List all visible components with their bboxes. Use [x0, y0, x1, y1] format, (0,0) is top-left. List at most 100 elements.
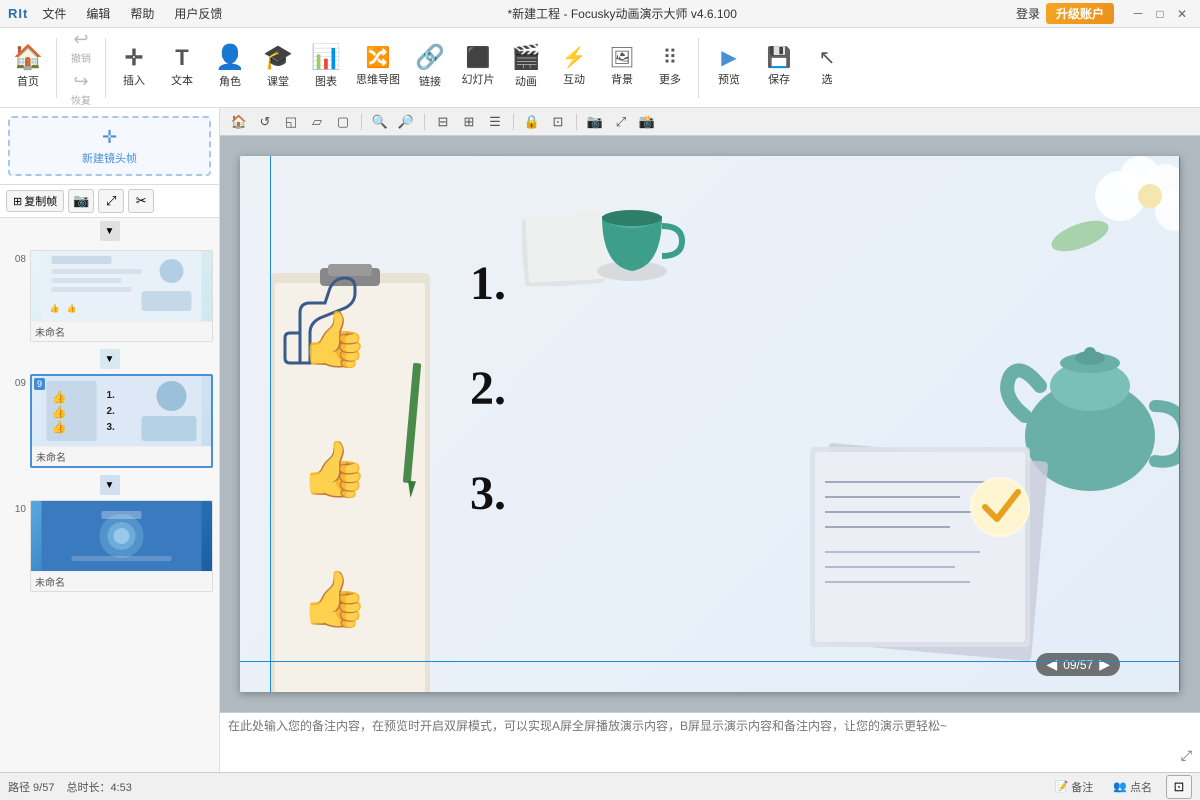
interact-label: 互动	[563, 71, 585, 87]
toolbar-select[interactable]: ↖ 选	[803, 44, 851, 91]
canvas-camera-button[interactable]: 📷	[584, 111, 606, 133]
canvas-screenshot-button[interactable]: 📸	[636, 111, 658, 133]
slide-title-10: 未命名	[31, 571, 212, 591]
cv-sep-1	[361, 114, 362, 130]
canvas-lock-button[interactable]: 🔒	[521, 111, 543, 133]
slide-thumb-wrap-08[interactable]: 👍 👍 未命名	[30, 250, 213, 342]
canvas-tool-3[interactable]: ☰	[484, 111, 506, 133]
collapse-row-top: ▼	[0, 218, 219, 244]
canvas-home-button[interactable]: 🏠	[228, 111, 250, 133]
canvas-frame2-button[interactable]: ▱	[306, 111, 328, 133]
notes-expand-button[interactable]: ⤢	[1181, 747, 1192, 764]
toolbar-insert[interactable]: ✛ 插入	[110, 43, 158, 92]
svg-text:👍: 👍	[50, 303, 60, 313]
toolbar-mindmap[interactable]: 🔀 思维导图	[350, 44, 406, 91]
canvas-expand-button[interactable]: ⊡	[547, 111, 569, 133]
copy-icon: ⊞	[13, 195, 22, 208]
close-button[interactable]: ✕	[1172, 4, 1192, 24]
expand-button[interactable]: ⤢	[98, 189, 124, 213]
zoom-out-button[interactable]: 🔎	[395, 111, 417, 133]
maximize-button[interactable]: □	[1150, 4, 1170, 24]
rollcall-button[interactable]: 👥 点名	[1107, 777, 1158, 797]
toolbar-anim[interactable]: 🎬 动画	[502, 42, 550, 93]
toolbar-home[interactable]: 🏠 首页	[4, 42, 52, 93]
save-label: 保存	[768, 71, 790, 87]
collapse-arrow-09[interactable]: ▼	[100, 475, 120, 495]
coffee-cup-area	[522, 156, 722, 286]
link-icon: 🔗	[415, 46, 445, 70]
list-item-2: 2.	[470, 361, 506, 416]
notes-button[interactable]: 📝 备注	[1049, 777, 1100, 797]
main-area: ✛ 新建镜头帧 ⊞ 复制帧 📷 ⤢ ✂ ▼	[0, 108, 1200, 772]
checklist-svg	[800, 442, 1080, 662]
upgrade-button[interactable]: 升级账户	[1046, 3, 1114, 24]
toolbar-more[interactable]: ⠿ 更多	[646, 44, 694, 91]
toolbar-undo[interactable]: ↩ 撤销	[61, 27, 101, 67]
text-icon: T	[175, 47, 188, 69]
menubar-file[interactable]: 文件	[36, 5, 72, 22]
minimize-button[interactable]: －	[1128, 4, 1148, 24]
canvas-tool-1[interactable]: ⊟	[432, 111, 454, 133]
new-frame-icon: ✛	[102, 127, 117, 148]
collapse-row-08: ▼	[4, 346, 215, 372]
statusbar-expand-button[interactable]: ⊡	[1166, 775, 1192, 799]
flower-decoration	[1020, 156, 1180, 276]
slide-thumb-wrap-10[interactable]: 未命名	[30, 500, 213, 592]
notes-area: ⤢	[220, 712, 1200, 772]
role-icon: 👤	[215, 46, 245, 70]
toolbar-interact[interactable]: ⚡ 互动	[550, 44, 598, 91]
zoom-in-button[interactable]: 🔍	[369, 111, 391, 133]
collapse-arrow-button[interactable]: ▼	[100, 221, 120, 241]
new-frame-button[interactable]: ✛ 新建镜头帧	[8, 116, 211, 176]
canvas-frame3-button[interactable]: ▢	[332, 111, 354, 133]
toolbar-class[interactable]: 🎓 课堂	[254, 42, 302, 93]
notes-input[interactable]	[228, 717, 1192, 768]
toolbar-text[interactable]: T 文本	[158, 43, 206, 92]
mindmap-icon: 🔀	[366, 48, 391, 68]
main-canvas[interactable]: 👍 👍 👍	[220, 136, 1200, 712]
list-item-3: 3.	[470, 466, 506, 521]
svg-text:👍: 👍	[52, 420, 67, 434]
copy-frame-button[interactable]: ⊞ 复制帧	[6, 190, 64, 212]
camera-button[interactable]: 📷	[68, 189, 94, 213]
guide-line-right	[1179, 156, 1180, 692]
toolbar-preview[interactable]: ▶ 预览	[703, 44, 755, 91]
toolbar-role[interactable]: 👤 角色	[206, 42, 254, 93]
page-prev-button[interactable]: ◀	[1046, 656, 1057, 673]
titlebar: RIt 文件 编辑 帮助 用户反馈 *新建工程 - Focusky动画演示大师 …	[0, 0, 1200, 28]
page-next-button[interactable]: ▶	[1099, 656, 1110, 673]
menubar-edit[interactable]: 编辑	[80, 5, 116, 22]
thumb-icon-2: 👍	[300, 438, 368, 501]
slide-list[interactable]: 08 👍 👍	[0, 244, 219, 772]
toolbar-redo[interactable]: ↪ 恢复	[61, 69, 101, 109]
cut-button[interactable]: ✂	[128, 189, 154, 213]
canvas-tool-2[interactable]: ⊞	[458, 111, 480, 133]
login-button[interactable]: 登录	[1016, 5, 1040, 22]
toolbar-save[interactable]: 💾 保存	[755, 44, 803, 91]
slide-thumb-wrap-09[interactable]: 9 👍 👍 👍 1. 2. 3.	[30, 374, 213, 468]
canvas-resize-button[interactable]: ⤢	[610, 111, 632, 133]
save-icon: 💾	[767, 48, 792, 68]
slide-title-09: 未命名	[32, 446, 211, 466]
toolbar-link[interactable]: 🔗 链接	[406, 42, 454, 93]
toolbar-slide[interactable]: ⬛ 幻灯片	[454, 44, 502, 91]
title-left: RIt 文件 编辑 帮助 用户反馈	[8, 5, 228, 22]
menubar-feedback[interactable]: 用户反馈	[168, 5, 228, 22]
canvas-toolbar: 🏠 ↺ ◱ ▱ ▢ 🔍 🔎 ⊟ ⊞ ☰ 🔒 ⊡ 📷 ⤢ 📸	[220, 108, 1200, 136]
toolbar-chart[interactable]: 📊 图表	[302, 42, 350, 93]
window-title: *新建工程 - Focusky动画演示大师 v4.6.100	[228, 5, 1016, 22]
slide-item-08[interactable]: 08 👍 👍	[4, 248, 215, 344]
slide-item-10[interactable]: 10	[4, 498, 215, 594]
toolbar-divider-2	[105, 38, 106, 98]
slide-item-09[interactable]: 09 9 👍 👍 👍 1. 2. 3.	[4, 372, 215, 470]
canvas-rotate-button[interactable]: ↺	[254, 111, 276, 133]
canvas-frame1-button[interactable]: ◱	[280, 111, 302, 133]
collapse-arrow-08[interactable]: ▼	[100, 349, 120, 369]
main-toolbar: 🏠 首页 ↩ 撤销 ↪ 恢复 ✛ 插入 T 文本 👤 角色 🎓 课堂 📊 图表	[0, 28, 1200, 108]
coffee-cup-svg	[522, 156, 722, 286]
slide-content[interactable]: 👍 👍 👍	[240, 156, 1180, 692]
toolbar-bg[interactable]: 🖼 背景	[598, 44, 646, 91]
menubar-help[interactable]: 帮助	[124, 5, 160, 22]
cut-icon: ✂	[136, 193, 147, 209]
preview-icon: ▶	[721, 48, 736, 68]
